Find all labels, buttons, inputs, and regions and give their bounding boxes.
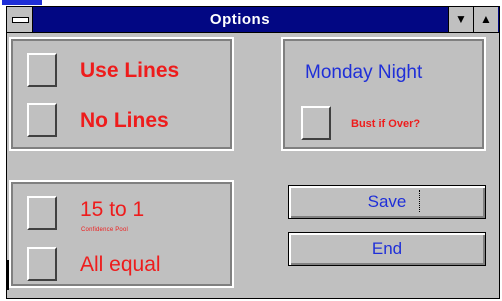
bust-if-over-button[interactable]	[301, 106, 331, 140]
maximize-icon: ▲	[480, 12, 492, 26]
system-menu-button[interactable]	[7, 7, 33, 32]
maximize-button[interactable]: ▲	[473, 7, 498, 32]
monday-night-heading: Monday Night	[305, 62, 423, 83]
minimize-icon: ▼	[455, 12, 467, 26]
window-title: Options	[209, 11, 271, 28]
window-edge-mark	[6, 260, 9, 290]
system-menu-icon	[12, 17, 29, 23]
minimize-button[interactable]: ▼	[448, 7, 473, 32]
use-lines-button[interactable]	[27, 53, 57, 87]
partial-glyph	[2, 0, 42, 5]
all-equal-button[interactable]	[27, 247, 57, 281]
no-lines-button[interactable]	[27, 103, 57, 137]
focus-caret	[419, 190, 421, 212]
odds-sublabel: Confidence Pool	[81, 227, 129, 233]
odds-15-to-1-label: 15 to 1	[80, 198, 145, 221]
save-button[interactable]: Save	[288, 185, 486, 219]
odds-15-to-1-button[interactable]	[27, 196, 57, 230]
use-lines-label: Use Lines	[80, 59, 180, 82]
no-lines-label: No Lines	[80, 109, 169, 132]
all-equal-label: All equal	[80, 253, 161, 276]
title-bar: Options ▼ ▲	[7, 7, 499, 33]
end-button[interactable]: End	[288, 232, 486, 266]
bust-if-over-label: Bust if Over?	[351, 118, 421, 130]
